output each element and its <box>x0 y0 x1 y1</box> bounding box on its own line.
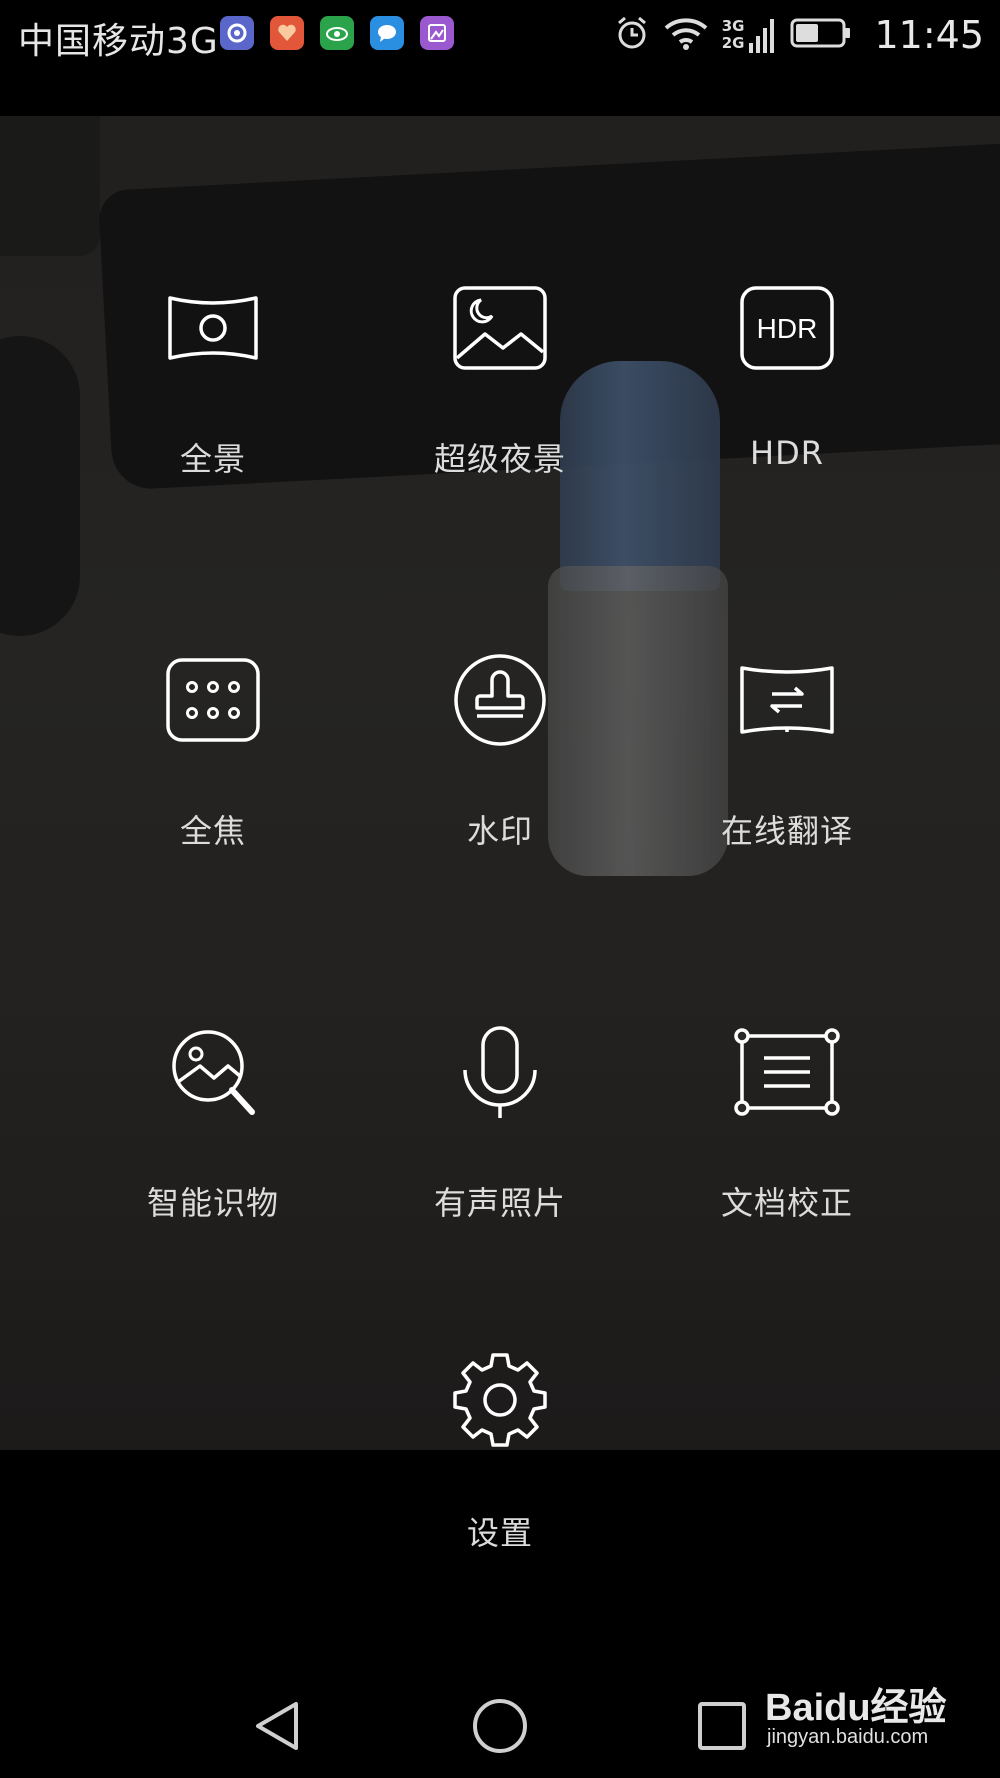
stamp-icon <box>454 654 546 746</box>
battery-icon <box>790 16 852 54</box>
carrier-name: 中国移动3G <box>18 21 219 62</box>
baidu-watermark: Baidu经验 jingyan.baidu.com <box>765 1668 990 1768</box>
status-icons: 3G 2G 11:45 <box>614 8 984 62</box>
wifi-icon <box>664 16 708 54</box>
status-bar: 中国移动3G 3G 2G 11:45 <box>0 0 1000 70</box>
home-icon <box>473 1699 527 1753</box>
gallery-icon <box>420 16 454 50</box>
panorama-icon <box>168 296 258 360</box>
mode-all-focus[interactable]: 全焦 <box>93 650 333 852</box>
gear-icon <box>453 1353 547 1447</box>
mode-hdr[interactable]: HDR HDR <box>667 278 907 472</box>
settings-app-icon <box>220 16 254 50</box>
settings-button[interactable]: 设置 <box>380 1350 620 1554</box>
alarm-icon <box>614 15 650 55</box>
network-2g-label: 2G <box>721 34 745 52</box>
mode-watermark[interactable]: 水印 <box>380 650 620 852</box>
mode-label: 在线翻译 <box>720 812 853 850</box>
watermark-url: jingyan.baidu.com <box>767 1726 929 1748</box>
network-3g-label: 3G <box>721 17 745 35</box>
translate-icon <box>740 666 834 734</box>
hdr-icon: HDR <box>740 286 834 370</box>
image-search-icon <box>172 1030 255 1115</box>
settings-label: 设置 <box>466 1514 533 1552</box>
mode-audio-photo[interactable]: 有声照片 <box>380 1022 620 1224</box>
health-app-icon <box>270 16 304 50</box>
back-icon <box>256 1702 298 1750</box>
mode-super-night[interactable]: 超级夜景 <box>380 278 620 480</box>
night-scene-icon <box>453 286 547 370</box>
mode-panorama[interactable]: 全景 <box>93 278 333 480</box>
document-correction-icon <box>734 1028 840 1116</box>
mode-doc-correction[interactable]: 文档校正 <box>667 1022 907 1224</box>
signal-bars-icon <box>749 19 775 53</box>
svg-text:HDR: HDR <box>757 313 818 344</box>
back-button[interactable] <box>238 1686 318 1766</box>
mode-smart-recognition[interactable]: 智能识物 <box>93 1022 333 1224</box>
microphone-icon <box>463 1026 537 1118</box>
eye-care-icon <box>320 16 354 50</box>
mode-online-translate[interactable]: 在线翻译 <box>667 650 907 852</box>
mode-label: 全景 <box>179 440 246 478</box>
mode-label: HDR <box>750 434 824 472</box>
recents-button[interactable] <box>682 1686 762 1766</box>
home-button[interactable] <box>460 1686 540 1766</box>
mode-label: 水印 <box>466 812 533 850</box>
mode-label: 文档校正 <box>720 1184 853 1222</box>
all-focus-icon <box>166 658 260 742</box>
recents-icon <box>698 1702 746 1750</box>
notification-icons <box>220 16 454 50</box>
message-icon <box>370 16 404 50</box>
clock: 11:45 <box>874 13 984 57</box>
mode-label: 超级夜景 <box>433 440 566 478</box>
watermark-brand: Baidu经验 <box>765 1687 947 1729</box>
signal-indicator: 3G 2G <box>722 15 777 55</box>
mode-label: 有声照片 <box>433 1184 566 1222</box>
mode-label: 全焦 <box>179 812 246 850</box>
mode-label: 智能识物 <box>146 1184 279 1222</box>
